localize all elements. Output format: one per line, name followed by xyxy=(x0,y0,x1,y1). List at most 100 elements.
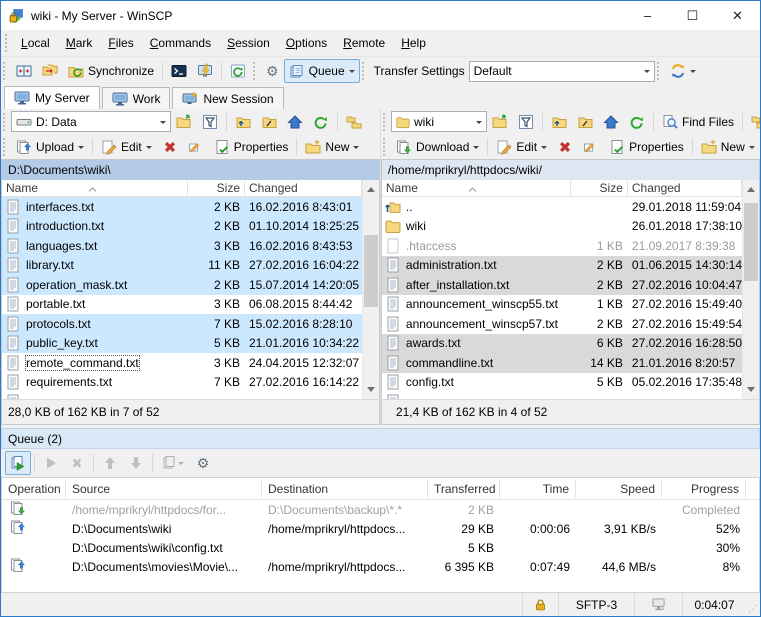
toolbar-grip[interactable] xyxy=(5,34,10,52)
file-row[interactable]: interfaces.txt 2 KB 16.02.2016 8:43:01 xyxy=(2,197,362,217)
rename-button[interactable] xyxy=(578,135,604,159)
close-button[interactable]: ✕ xyxy=(715,1,760,30)
file-row[interactable]: config.txt 5 KB 05.02.2016 17:35:48 xyxy=(382,373,742,393)
toolbar-grip[interactable] xyxy=(362,62,367,80)
menu-item[interactable]: Commands xyxy=(142,32,219,54)
menu-item[interactable]: Session xyxy=(219,32,278,54)
compare-directories-button[interactable] xyxy=(11,59,37,83)
local-scrollbar[interactable] xyxy=(362,180,379,399)
remote-path-header[interactable]: /home/mprikryl/httpdocs/wiki/ xyxy=(382,160,759,180)
open-directory-button[interactable] xyxy=(171,110,197,134)
toolbar-grip[interactable] xyxy=(383,138,388,156)
file-row[interactable]: library.txt 11 KB 27.02.2016 16:04:22 xyxy=(2,256,362,276)
refresh-session-button[interactable] xyxy=(225,59,251,83)
toolbar-grip[interactable] xyxy=(3,138,8,156)
queue-column-speed[interactable]: Speed xyxy=(576,480,662,498)
queue-row[interactable]: /home/mprikryl/httpdocs/for... D:\Docume… xyxy=(2,500,759,519)
open-directory-button[interactable] xyxy=(487,110,513,134)
queue-delete-button[interactable] xyxy=(64,451,90,475)
column-size[interactable]: Size xyxy=(571,180,628,196)
toolbar-grip[interactable] xyxy=(657,62,662,80)
file-row[interactable]: .htaccess 1 KB 21.09.2017 8:39:38 xyxy=(382,236,742,256)
queue-column-source[interactable]: Source xyxy=(66,480,262,498)
tab-new-session[interactable]: New Session xyxy=(172,87,283,109)
file-row[interactable]: commandline.txt 14 KB 21.01.2016 8:20:57 xyxy=(382,353,742,373)
queue-preferences-button[interactable]: ⚙ xyxy=(190,451,216,475)
upload-button[interactable]: Upload xyxy=(11,135,89,159)
minimize-button[interactable]: – xyxy=(625,1,670,30)
queue-move-up-button[interactable] xyxy=(97,451,123,475)
parent-directory-button[interactable] xyxy=(546,110,572,134)
queue-show-button[interactable] xyxy=(5,451,31,475)
file-row[interactable]: portable.txt 3 KB 06.08.2015 8:44:42 xyxy=(2,295,362,315)
toolbar-grip[interactable] xyxy=(383,113,388,131)
filter-button[interactable] xyxy=(197,110,223,134)
resize-grip[interactable]: ⋰ xyxy=(746,593,760,616)
root-directory-button[interactable] xyxy=(256,110,282,134)
menu-item[interactable]: Local xyxy=(13,32,58,54)
file-row[interactable]: announcement_winscp57.txt 2 KB 27.02.201… xyxy=(382,314,742,334)
rename-button[interactable] xyxy=(183,135,209,159)
parent-directory-button[interactable] xyxy=(230,110,256,134)
queue-row[interactable]: D:\Documents\movies\Movie\... /home/mpri… xyxy=(2,557,759,576)
properties-button[interactable]: Properties xyxy=(604,135,689,159)
column-size[interactable]: Size xyxy=(188,180,245,196)
file-row[interactable]: introduction.txt 2 KB 01.10.2014 18:25:2… xyxy=(2,217,362,237)
queue-column-progress[interactable]: Progress xyxy=(662,480,746,498)
menu-item[interactable]: Help xyxy=(393,32,434,54)
scrollbar-thumb[interactable] xyxy=(364,235,378,307)
file-row[interactable]: languages.txt 3 KB 16.02.2016 8:43:53 xyxy=(2,236,362,256)
home-directory-button[interactable] xyxy=(598,110,624,134)
local-path-header[interactable]: D:\Documents\wiki\ xyxy=(2,160,379,180)
open-in-putty-button[interactable] xyxy=(192,59,218,83)
queue-toggle-button[interactable]: Queue xyxy=(284,59,360,83)
drive-combobox[interactable]: D: Data xyxy=(11,111,171,132)
transfer-settings-combobox[interactable]: Default xyxy=(469,61,655,82)
root-directory-button[interactable] xyxy=(572,110,598,134)
queue-column-transferred[interactable]: Transferred xyxy=(428,480,500,498)
new-button[interactable]: New xyxy=(696,135,760,159)
new-button[interactable]: New xyxy=(300,135,364,159)
toolbar-grip[interactable] xyxy=(253,62,258,80)
queue-batch-button[interactable] xyxy=(156,451,190,475)
remote-scrollbar[interactable] xyxy=(742,180,759,399)
queue-column-destination[interactable]: Destination xyxy=(262,480,428,498)
refresh-directory-button[interactable] xyxy=(308,110,334,134)
file-row[interactable]: .. 29.01.2018 11:59:04 xyxy=(382,197,742,217)
queue-column-operation[interactable]: Operation xyxy=(2,480,66,498)
tab-work[interactable]: Work xyxy=(102,87,171,109)
encryption-status[interactable] xyxy=(522,593,558,616)
transfer-options-button[interactable] xyxy=(665,59,701,83)
queue-row[interactable]: D:\Documents\wiki /home/mprikryl/httpdoc… xyxy=(2,519,759,538)
scroll-up-arrow-icon[interactable] xyxy=(743,180,759,197)
tab-my-server[interactable]: My Server xyxy=(4,86,100,109)
file-row[interactable]: remote_command.txt 3 KB 24.04.2015 12:32… xyxy=(2,353,362,373)
filter-button[interactable] xyxy=(513,110,539,134)
refresh-directory-button[interactable] xyxy=(624,110,650,134)
directory-tree-button[interactable] xyxy=(746,110,761,134)
remote-directory-combobox[interactable]: wiki xyxy=(391,111,487,132)
find-files-button[interactable]: Find Files xyxy=(657,110,739,134)
preferences-button[interactable]: ⚙ xyxy=(261,59,284,83)
scroll-down-arrow-icon[interactable] xyxy=(743,382,759,399)
delete-button[interactable] xyxy=(157,135,183,159)
directory-tree-button[interactable] xyxy=(341,110,367,134)
file-row[interactable]: after_installation.txt 2 KB 27.02.2016 1… xyxy=(382,275,742,295)
queue-resume-button[interactable] xyxy=(38,451,64,475)
protocol-status[interactable]: SFTP-3 xyxy=(558,593,634,616)
file-row[interactable]: operation_mask.txt 2 KB 15.07.2014 14:20… xyxy=(2,275,362,295)
synchronize-button[interactable]: Synchronize xyxy=(63,59,159,83)
column-changed[interactable]: Changed xyxy=(245,180,362,196)
home-directory-button[interactable] xyxy=(282,110,308,134)
scroll-up-arrow-icon[interactable] xyxy=(363,180,379,197)
menu-item[interactable]: Options xyxy=(278,32,335,54)
file-row[interactable] xyxy=(2,392,362,399)
queue-column-time[interactable]: Time xyxy=(500,480,576,498)
edit-button[interactable]: Edit xyxy=(96,135,157,159)
scrollbar-thumb[interactable] xyxy=(744,203,758,281)
edit-button[interactable]: Edit xyxy=(491,135,552,159)
queue-move-down-button[interactable] xyxy=(123,451,149,475)
file-row[interactable]: requirements.txt 7 KB 27.02.2016 16:14:2… xyxy=(2,373,362,393)
file-row[interactable]: protocols.txt 7 KB 15.02.2016 8:28:10 xyxy=(2,314,362,334)
column-changed[interactable]: Changed xyxy=(628,180,742,196)
